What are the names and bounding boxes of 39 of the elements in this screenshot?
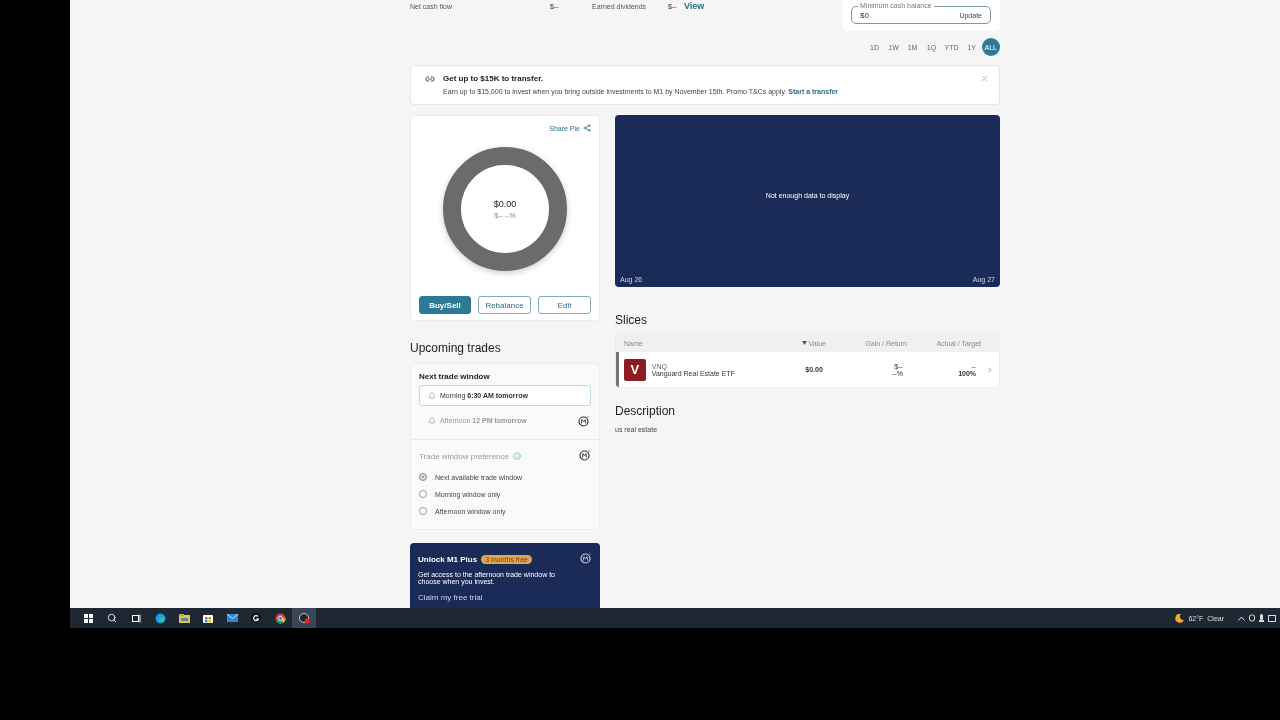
chrome-icon[interactable] xyxy=(274,612,286,624)
radio-button[interactable] xyxy=(419,490,427,498)
preference-title: Trade window preference xyxy=(419,451,509,461)
microphone-icon[interactable] xyxy=(1259,614,1264,622)
upsell-title: Unlock M1 Plus xyxy=(418,554,478,564)
mail-icon[interactable] xyxy=(226,614,238,622)
radio-button[interactable] xyxy=(419,507,427,515)
pie-button[interactable]: Rebalance xyxy=(478,296,531,314)
chevron-up-icon[interactable] xyxy=(1238,615,1245,621)
promo-title: Get up to $15K to transfer. xyxy=(443,74,545,83)
radio-button[interactable] xyxy=(419,473,427,481)
network-icon[interactable] xyxy=(1249,614,1255,622)
share-icon[interactable] xyxy=(583,124,591,132)
trial-link[interactable]: Claim my free trial xyxy=(418,593,592,602)
bell-icon xyxy=(428,416,436,425)
recorder-icon[interactable] xyxy=(298,612,310,624)
notification-icon[interactable] xyxy=(1268,614,1276,622)
link-icon xyxy=(425,74,435,84)
section-heading: Slices xyxy=(615,313,648,327)
section-heading: Description xyxy=(615,404,677,418)
pie-button[interactable]: Edit xyxy=(538,296,591,314)
bell-icon xyxy=(428,391,436,400)
card-title: Next trade window xyxy=(419,372,491,381)
chevron-icon[interactable] xyxy=(986,365,994,374)
app-icon[interactable] xyxy=(251,613,261,623)
windows-icon[interactable] xyxy=(83,613,93,623)
folder-icon[interactable] xyxy=(178,613,190,623)
sort-arrow-icon[interactable] xyxy=(801,341,807,345)
moon-icon xyxy=(1175,613,1185,623)
pie-button[interactable]: Buy/Sell xyxy=(419,296,471,314)
section-heading: Upcoming trades xyxy=(410,341,502,355)
browser-icon[interactable] xyxy=(154,612,166,624)
field-value: $0 xyxy=(860,10,869,20)
pie-value: $0.00 xyxy=(493,199,517,209)
fund-logo: V xyxy=(624,358,646,381)
store-icon[interactable] xyxy=(203,613,213,623)
view-link[interactable]: View xyxy=(684,1,705,11)
task-view-icon[interactable] xyxy=(131,613,141,623)
search-icon[interactable] xyxy=(107,613,117,623)
